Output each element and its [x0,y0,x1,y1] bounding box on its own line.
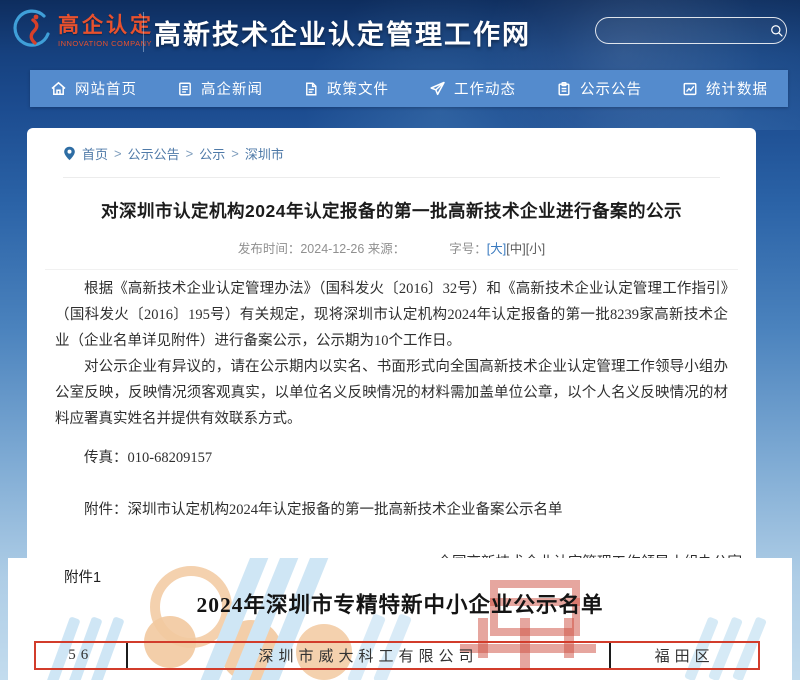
news-icon [177,81,193,97]
nav-item-home[interactable]: 网站首页 [50,78,137,99]
nav-item-work-dynamics[interactable]: 工作动态 [429,78,516,99]
nav-item-label: 政策文件 [327,78,389,99]
breadcrumb-separator: > [231,146,239,161]
statistics-icon [682,81,698,97]
attachment-note: 附件：深圳市认定机构2024年认定报备的第一批高新技术企业备案公示名单 [55,497,728,523]
nav-item-label: 高企新闻 [201,78,263,99]
fax-line: 传真：010-68209157 [55,445,728,471]
work-dynamics-icon [429,80,446,97]
attachment-title: 2024年深圳市专精特新中小企业公示名单 [8,588,792,619]
breadcrumb-shenzhen[interactable]: 深圳市 [245,144,284,163]
home-icon [50,80,67,97]
content-card: 首页 > 公示公告 > 公示 > 深圳市 对深圳市认定机构2024年认定报备的第… [27,128,756,573]
search-button[interactable] [767,19,786,42]
nav-item-announcements[interactable]: 公示公告 [556,78,642,99]
article-paragraph-2: 对公示企业有异议的，请在公示期内以实名、书面形式向全国高新技术企业认定管理工作领… [55,354,728,432]
breadcrumb-separator: > [114,146,122,161]
fontsize-large-button[interactable]: [大] [487,242,506,256]
fontsize-label: 字号： [449,242,487,256]
attachment-label: 附件1 [64,566,101,587]
header-divider [143,12,144,52]
site-header: 高企认定 INNOVATION COMPANY 高新技术企业认定管理工作网 [0,0,800,70]
nav-item-news[interactable]: 高企新闻 [177,78,263,99]
nav-item-label: 统计数据 [706,78,768,99]
attachment-panel: 附件1 2024年深圳市专精特新中小企业公示名单 56 深圳市威大科工有限公司 … [8,558,792,680]
logo-cn-label: 高企认定 [58,15,154,37]
breadcrumb-publicity[interactable]: 公示 [199,144,225,163]
breadcrumb-announcements[interactable]: 公示公告 [128,144,180,163]
search-icon [769,23,784,38]
publish-info: 发布时间：2024-12-26 来源： [238,242,405,256]
breadcrumb-divider [63,177,720,178]
article-paragraph-1: 根据《高新技术企业认定管理办法》（国科发火〔2016〕32号）和《高新技术企业认… [55,276,728,354]
nav-item-statistics[interactable]: 统计数据 [682,78,768,99]
district-cell: 福田区 [611,643,758,668]
article-title: 对深圳市认定机构2024年认定报备的第一批高新技术企业进行备案的公示 [73,198,710,223]
highlighted-table-row[interactable]: 56 深圳市威大科工有限公司 福田区 [34,641,760,670]
breadcrumb: 首页 > 公示公告 > 公示 > 深圳市 [27,128,756,173]
search-input[interactable] [596,21,767,41]
announcement-icon [556,81,572,97]
search-box[interactable] [595,17,787,44]
nav-item-label: 工作动态 [454,78,516,99]
breadcrumb-separator: > [186,146,194,161]
article-body: 根据《高新技术企业认定管理办法》（国科发火〔2016〕32号）和《高新技术企业认… [27,270,756,523]
logo-swoosh-icon [10,8,54,54]
nav-item-label: 公示公告 [580,78,642,99]
logo-en-label: INNOVATION COMPANY [58,39,154,48]
site-title: 高新技术企业认定管理工作网 [154,13,531,52]
article-meta: 发布时间：2024-12-26 来源： 字号：[大][中][小] [27,238,756,257]
fontsize-small-button[interactable]: [小] [526,242,545,256]
nav-item-policy[interactable]: 政策文件 [303,78,389,99]
policy-icon [303,81,319,97]
logo-text: 高企认定 INNOVATION COMPANY [58,15,154,48]
breadcrumb-home[interactable]: 首页 [82,144,108,163]
company-name-cell: 深圳市威大科工有限公司 [126,643,612,668]
row-number-cell: 56 [36,643,126,668]
location-pin-icon [63,146,76,161]
nav-item-label: 网站首页 [75,78,137,99]
fontsize-medium-button[interactable]: [中] [506,242,525,256]
main-nav: 网站首页 高企新闻 政策文件 工作动态 公示公告 统计数据 [30,70,788,107]
site-logo[interactable]: 高企认定 INNOVATION COMPANY [10,8,154,54]
